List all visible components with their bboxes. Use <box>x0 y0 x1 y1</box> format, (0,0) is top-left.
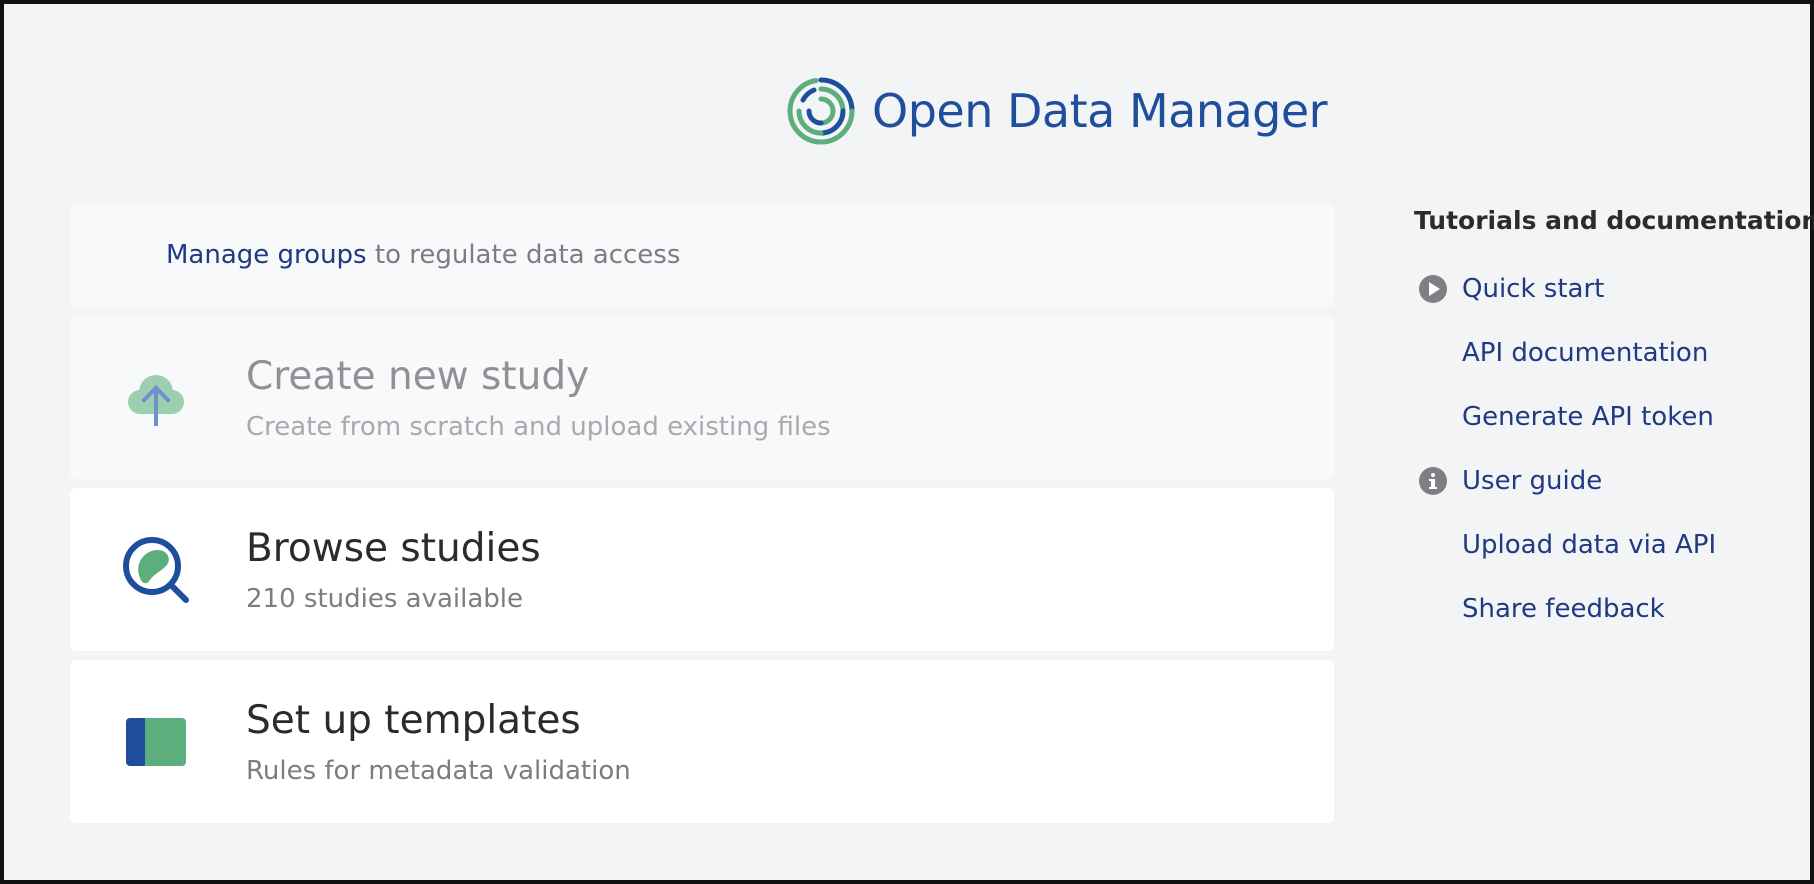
brand-name: Open Data Manager <box>872 84 1328 138</box>
search-study-icon <box>123 536 189 603</box>
browse-studies-title: Browse studies <box>246 526 541 571</box>
template-icon <box>126 717 186 766</box>
templates-title: Set up templates <box>246 698 581 743</box>
sidebar-item-label: Share feedback <box>1462 594 1665 624</box>
logo-mark-icon <box>787 77 855 145</box>
templates-subtitle: Rules for metadata validation <box>246 756 631 786</box>
info-icon <box>1419 467 1447 495</box>
sidebar-item-label: User guide <box>1462 466 1603 496</box>
browse-studies-card[interactable]: Browse studies 210 studies available <box>70 488 1334 651</box>
sidebar-item-upload-data-via-api[interactable]: Upload data via API <box>1414 513 1810 577</box>
sidebar-item-share-feedback[interactable]: Share feedback <box>1414 577 1810 641</box>
docs-sidebar: Tutorials and documentation Quick start … <box>1414 206 1814 641</box>
create-study-title: Create new study <box>246 354 590 399</box>
cloud-upload-icon <box>128 374 184 426</box>
sidebar-title: Tutorials and documentation <box>1414 206 1814 235</box>
manage-groups-link[interactable]: Manage groups <box>166 240 367 270</box>
sidebar-item-label: API documentation <box>1462 338 1709 368</box>
create-study-card[interactable]: Create new study Create from scratch and… <box>70 316 1334 479</box>
sidebar-item-generate-api-token[interactable]: Generate API token <box>1414 385 1810 449</box>
sidebar-item-user-guide[interactable]: User guide <box>1414 449 1810 513</box>
browse-studies-subtitle: 210 studies available <box>246 584 523 614</box>
manage-groups-description: to regulate data access <box>366 240 681 270</box>
manage-groups-line: Manage groups to regulate data access <box>166 240 680 270</box>
sidebar-item-label: Quick start <box>1462 274 1605 304</box>
app-logo: Open Data Manager <box>786 76 1328 146</box>
create-study-subtitle: Create from scratch and upload existing … <box>246 412 831 442</box>
templates-card[interactable]: Set up templates Rules for metadata vali… <box>70 660 1334 823</box>
sidebar-item-label: Upload data via API <box>1462 530 1717 560</box>
play-icon <box>1419 275 1447 303</box>
sidebar-item-quick-start[interactable]: Quick start <box>1414 257 1810 321</box>
sidebar-item-api-documentation[interactable]: API documentation <box>1414 321 1810 385</box>
sidebar-item-label: Generate API token <box>1462 402 1714 432</box>
manage-groups-banner: Manage groups to regulate data access <box>70 204 1334 307</box>
